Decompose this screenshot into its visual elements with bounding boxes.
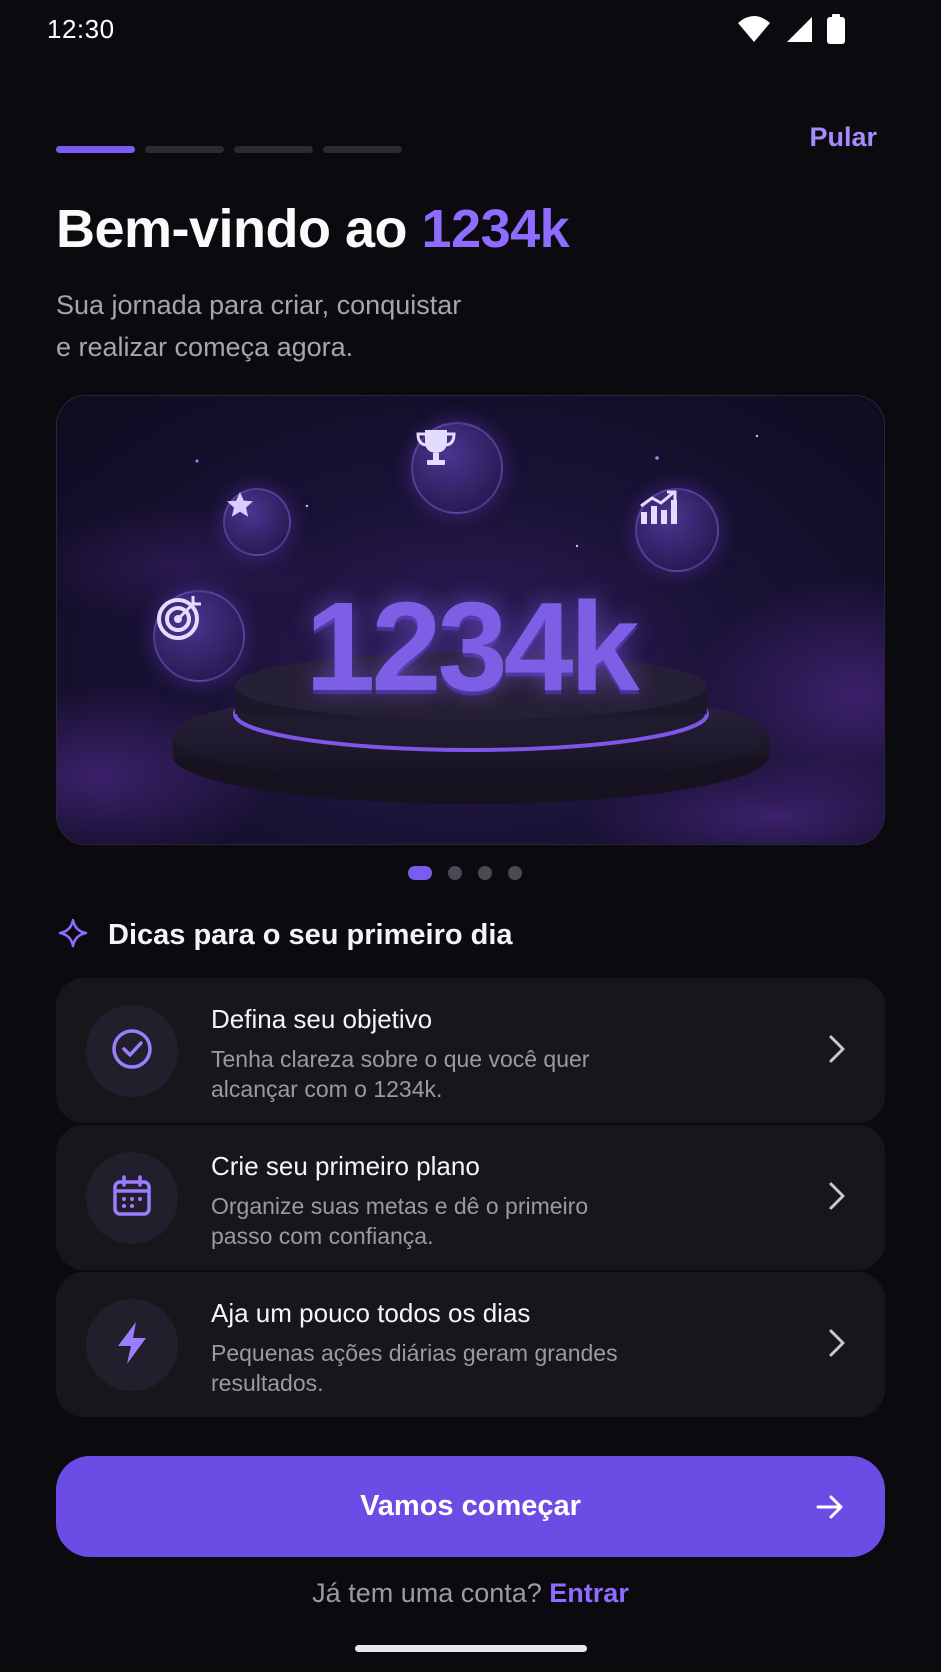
- subtitle-line-1: Sua jornada para criar, conquistar: [56, 290, 462, 320]
- onboarding-progress: [56, 146, 402, 153]
- chevron-right-icon: [827, 1327, 847, 1364]
- progress-segment: [234, 146, 313, 153]
- hero-illustration: 1234k: [56, 395, 885, 845]
- onboarding-screen: 12:30 Pular Bem-vindo ao 1234k Sua jorna…: [0, 0, 941, 1672]
- tip-description: Pequenas ações diárias geram grandes res…: [211, 1338, 671, 1398]
- trophy-icon: [411, 422, 503, 514]
- start-button[interactable]: Vamos começar: [56, 1456, 885, 1557]
- tip-card-daily-action[interactable]: Aja um pouco todos os dias Pequenas açõe…: [56, 1272, 885, 1417]
- battery-icon: [827, 14, 845, 49]
- title-prefix: Bem-vindo ao: [56, 199, 422, 259]
- status-icons: [737, 14, 845, 49]
- lightning-icon: [112, 1320, 152, 1371]
- tip-title: Aja um pouco todos os dias: [211, 1298, 531, 1328]
- start-button-label: Vamos começar: [360, 1490, 581, 1522]
- tip-description-line: resultados.: [211, 1370, 324, 1396]
- tip-card-plan[interactable]: Crie seu primeiro plano Organize suas me…: [56, 1125, 885, 1270]
- tip-icon-container: [86, 1152, 178, 1244]
- status-time: 12:30: [47, 14, 115, 44]
- status-bar: 12:30: [0, 0, 941, 60]
- carousel-dots: [408, 866, 522, 880]
- tip-title: Crie seu primeiro plano: [211, 1151, 480, 1181]
- skip-button[interactable]: Pular: [809, 122, 877, 153]
- tip-description-line: Pequenas ações diárias geram grandes: [211, 1340, 618, 1366]
- carousel-dot-4[interactable]: [508, 866, 522, 880]
- arrow-right-icon: [815, 1492, 845, 1527]
- progress-segment: [56, 146, 135, 153]
- home-indicator[interactable]: [355, 1645, 587, 1652]
- tip-description-line: alcançar com o 1234k.: [211, 1076, 443, 1102]
- login-prompt-text: Já tem uma conta?: [312, 1578, 550, 1608]
- login-link[interactable]: Entrar: [549, 1578, 629, 1608]
- tip-description: Organize suas metas e dê o primeiro pass…: [211, 1191, 671, 1251]
- progress-segment: [145, 146, 224, 153]
- page-subtitle: Sua jornada para criar, conquistar e rea…: [56, 284, 576, 368]
- progress-segment: [323, 146, 402, 153]
- tip-title: Defina seu objetivo: [211, 1004, 433, 1034]
- chevron-right-icon: [827, 1033, 847, 1070]
- star-icon: [223, 488, 291, 556]
- tip-card-goal[interactable]: Defina seu objetivo Tenha clareza sobre …: [56, 978, 885, 1123]
- title-brand: 1234k: [421, 199, 570, 259]
- login-prompt: Já tem uma conta? Entrar: [0, 1578, 941, 1609]
- tip-icon-container: [86, 1005, 178, 1097]
- chevron-right-icon: [827, 1180, 847, 1217]
- tip-description-line: Tenha clareza sobre o que você quer: [211, 1046, 590, 1072]
- cellular-signal-icon: [785, 15, 813, 48]
- tip-description: Tenha clareza sobre o que você quer alca…: [211, 1044, 671, 1104]
- target-icon: [153, 590, 245, 682]
- tip-icon-container: [86, 1299, 178, 1391]
- tip-description-line: passo com confiança.: [211, 1223, 434, 1249]
- chart-growth-icon: [635, 488, 719, 572]
- subtitle-line-2: e realizar começa agora.: [56, 332, 354, 362]
- calendar-icon: [110, 1174, 154, 1223]
- carousel-dot-2[interactable]: [448, 866, 462, 880]
- tips-header: Dicas para o seu primeiro dia: [58, 918, 513, 953]
- page-title: Bem-vindo ao 1234k: [56, 198, 570, 260]
- check-circle-icon: [110, 1027, 154, 1076]
- carousel-dot-3[interactable]: [478, 866, 492, 880]
- tip-description-line: Organize suas metas e dê o primeiro: [211, 1193, 589, 1219]
- tips-heading: Dicas para o seu primeiro dia: [108, 919, 513, 951]
- wifi-icon: [737, 15, 771, 48]
- sparkle-icon: [58, 918, 88, 953]
- carousel-dot-1[interactable]: [408, 866, 432, 880]
